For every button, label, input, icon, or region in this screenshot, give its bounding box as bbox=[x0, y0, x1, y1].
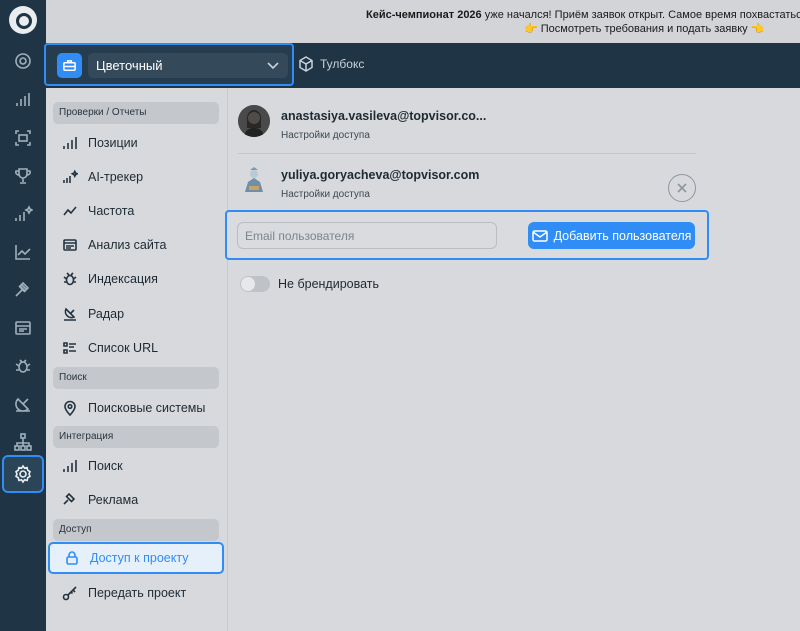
trend-line-icon bbox=[61, 202, 79, 220]
add-user-button[interactable]: Добавить пользователя bbox=[528, 222, 695, 249]
project-selector[interactable]: Цветочный bbox=[44, 43, 294, 86]
user-email: yuliya.goryacheva@topvisor.com bbox=[281, 168, 480, 182]
cube-icon bbox=[299, 56, 313, 72]
trend-icon[interactable] bbox=[0, 237, 46, 267]
banner-text: Кейс-чемпионат 2026 уже начался! Приём з… bbox=[366, 9, 800, 21]
nav-item-label: Список URL bbox=[88, 341, 159, 355]
settings-gear-icon[interactable] bbox=[2, 455, 44, 493]
avatar bbox=[238, 164, 270, 196]
bug-icon[interactable] bbox=[0, 351, 46, 381]
close-icon bbox=[677, 183, 687, 193]
nav-section-search: Поиск bbox=[53, 367, 219, 389]
email-input[interactable] bbox=[237, 222, 497, 249]
briefcase-icon bbox=[57, 53, 82, 78]
nav-item-frequency[interactable]: Частота bbox=[48, 195, 224, 227]
nav-item-search-engines[interactable]: Поисковые системы bbox=[48, 392, 224, 424]
bar-chart-icon bbox=[61, 457, 79, 475]
nav-section-access: Доступ bbox=[53, 519, 219, 541]
add-user-form: Добавить пользователя bbox=[225, 210, 709, 260]
toolbox-link[interactable]: Тулбокс bbox=[298, 56, 364, 72]
site-audit-icon bbox=[61, 236, 79, 254]
network-icon[interactable] bbox=[0, 46, 46, 76]
nav-item-site-analysis[interactable]: Анализ сайта bbox=[48, 229, 224, 261]
radar-icon bbox=[61, 305, 79, 323]
user-row: anastasiya.vasileva@topvisor.co... Настр… bbox=[238, 105, 696, 153]
ai-chart-icon[interactable] bbox=[0, 199, 46, 229]
nav-item-url-list[interactable]: Список URL bbox=[48, 332, 224, 364]
site-scan-icon[interactable] bbox=[0, 123, 46, 153]
nav-item-label: Поисковые системы bbox=[88, 401, 206, 415]
branding-toggle-row: Не брендировать bbox=[240, 276, 379, 292]
user-email: anastasiya.vasileva@topvisor.co... bbox=[281, 109, 487, 123]
nav-item-label: Поиск bbox=[88, 459, 123, 473]
access-settings-link[interactable]: Настройки доступа bbox=[281, 130, 370, 141]
ai-chart-icon bbox=[61, 168, 79, 186]
project-access-panel: anastasiya.vasileva@topvisor.co... Настр… bbox=[225, 88, 800, 631]
icon-rail bbox=[0, 0, 46, 631]
nav-item-label: AI-трекер bbox=[88, 170, 144, 184]
project-name: Цветочный bbox=[96, 58, 163, 73]
add-user-button-label: Добавить пользователя bbox=[553, 228, 692, 243]
user-row: yuliya.goryacheva@topvisor.com Настройки… bbox=[238, 164, 696, 212]
site-audit-icon[interactable] bbox=[0, 313, 46, 343]
topvisor-logo-icon[interactable] bbox=[9, 6, 37, 34]
nav-item-search-integration[interactable]: Поиск bbox=[48, 450, 224, 482]
remove-user-button[interactable] bbox=[668, 174, 696, 202]
nav-item-transfer-project[interactable]: Передать проект bbox=[48, 577, 224, 609]
nav-section-reports: Проверки / Отчеты bbox=[53, 102, 219, 124]
banner-title: Кейс-чемпионат 2026 bbox=[366, 9, 482, 21]
location-pin-icon bbox=[61, 399, 79, 417]
lock-icon bbox=[63, 549, 81, 567]
avatar bbox=[238, 105, 270, 137]
envelope-icon bbox=[531, 229, 548, 242]
announcement-banner: Кейс-чемпионат 2026 уже начался! Приём з… bbox=[46, 0, 800, 43]
banner-link[interactable]: 👉 Посмотреть требования и подать заявку … bbox=[524, 22, 764, 35]
nav-item-radar[interactable]: Радар bbox=[48, 298, 224, 330]
bar-chart-icon[interactable] bbox=[0, 85, 46, 115]
nav-item-label: Доступ к проекту bbox=[90, 551, 189, 565]
toggle-label: Не брендировать bbox=[278, 277, 380, 291]
settings-nav: Проверки / Отчеты Позиции AI-трекер Част… bbox=[46, 88, 228, 631]
top-bar: Цветочный Тулбокс bbox=[44, 43, 800, 88]
nav-item-indexing[interactable]: Индексация bbox=[48, 263, 224, 295]
chevron-down-icon bbox=[267, 62, 279, 70]
nav-item-ai-tracker[interactable]: AI-трекер bbox=[48, 161, 224, 193]
key-icon bbox=[61, 584, 79, 602]
nav-item-label: Частота bbox=[88, 204, 135, 218]
access-settings-link[interactable]: Настройки доступа bbox=[281, 189, 370, 200]
nav-item-positions[interactable]: Позиции bbox=[48, 127, 224, 159]
nav-item-label: Позиции bbox=[88, 136, 138, 150]
list-icon bbox=[61, 339, 79, 357]
project-dropdown[interactable]: Цветочный bbox=[88, 53, 288, 78]
no-branding-toggle[interactable] bbox=[240, 276, 270, 292]
nav-item-label: Индексация bbox=[88, 272, 158, 286]
gavel-icon bbox=[61, 491, 79, 509]
radar-icon[interactable] bbox=[0, 389, 46, 419]
nav-item-ads[interactable]: Реклама bbox=[48, 484, 224, 516]
toolbox-label: Тулбокс bbox=[320, 57, 365, 71]
trophy-icon[interactable] bbox=[0, 161, 46, 191]
nav-item-label: Радар bbox=[88, 307, 125, 321]
banner-message: уже начался! Приём заявок открыт. Самое … bbox=[484, 9, 800, 21]
sitemap-icon[interactable] bbox=[0, 427, 46, 457]
nav-item-label: Анализ сайта bbox=[88, 238, 167, 252]
nav-item-label: Передать проект bbox=[88, 586, 187, 600]
bug-icon bbox=[61, 270, 79, 288]
gavel-icon[interactable] bbox=[0, 275, 46, 305]
divider bbox=[238, 153, 696, 154]
bar-chart-icon bbox=[61, 134, 79, 152]
nav-item-project-access[interactable]: Доступ к проекту bbox=[48, 542, 224, 574]
nav-item-label: Реклама bbox=[88, 493, 139, 507]
nav-section-integration: Интеграция bbox=[53, 426, 219, 448]
